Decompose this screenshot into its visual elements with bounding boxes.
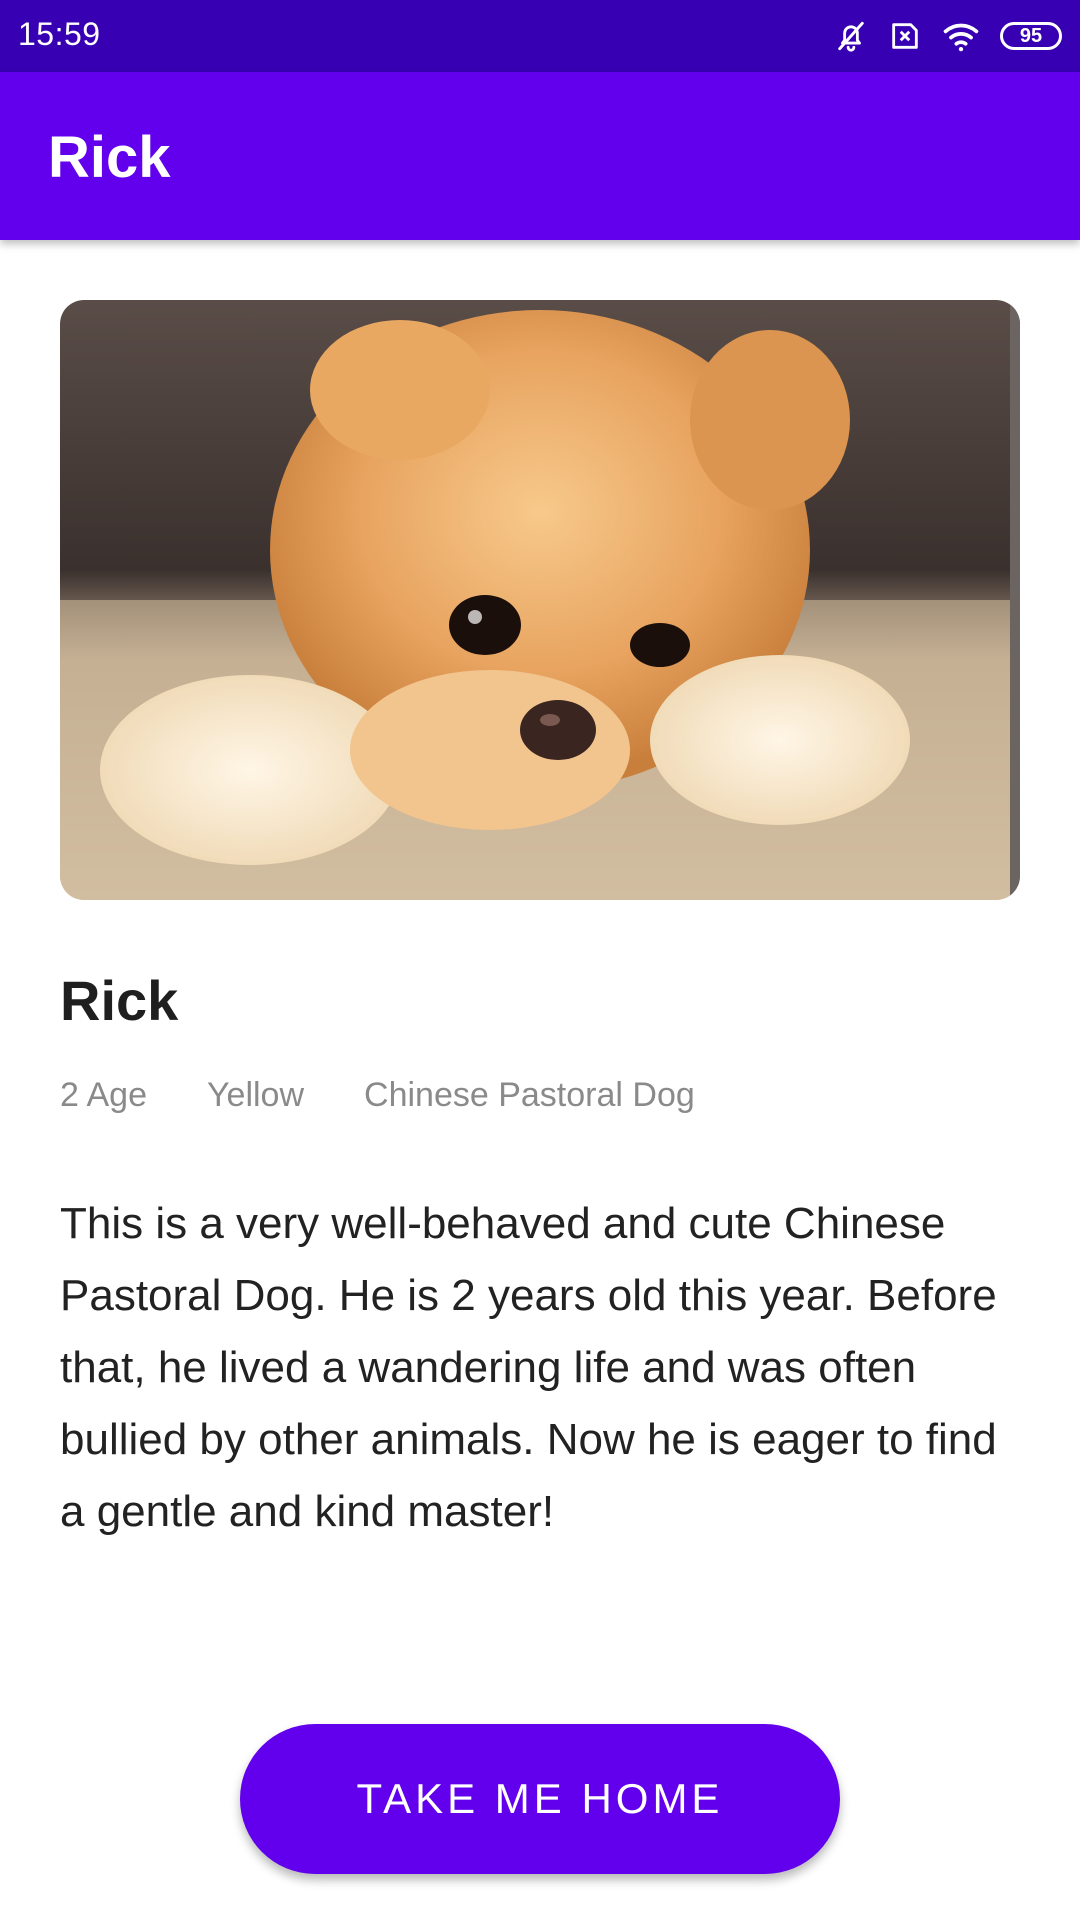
dog-photo [60, 300, 1020, 900]
app-bar-title: Rick [48, 125, 171, 190]
pet-breed: Chinese Pastoral Dog [364, 1076, 695, 1114]
app-bar: Rick [0, 72, 1080, 240]
pet-description: This is a very well-behaved and cute Chi… [60, 1199, 997, 1536]
wifi-icon [942, 19, 980, 53]
pet-attributes: 2 Age Yellow Chinese Pastoral Dog [60, 1076, 695, 1115]
bell-off-icon [834, 19, 868, 53]
pet-name: Rick [60, 969, 179, 1032]
pet-color: Yellow [206, 1076, 305, 1114]
pet-age: 2 Age [60, 1076, 147, 1114]
status-time: 15:59 [18, 16, 101, 52]
battery-icon: 95 [1000, 22, 1062, 50]
sim-x-icon [888, 19, 922, 53]
take-me-home-button[interactable]: TAKE ME HOME [240, 1724, 840, 1874]
status-bar: 15:59 95 [0, 0, 1080, 72]
status-icons: 95 [834, 16, 1062, 56]
